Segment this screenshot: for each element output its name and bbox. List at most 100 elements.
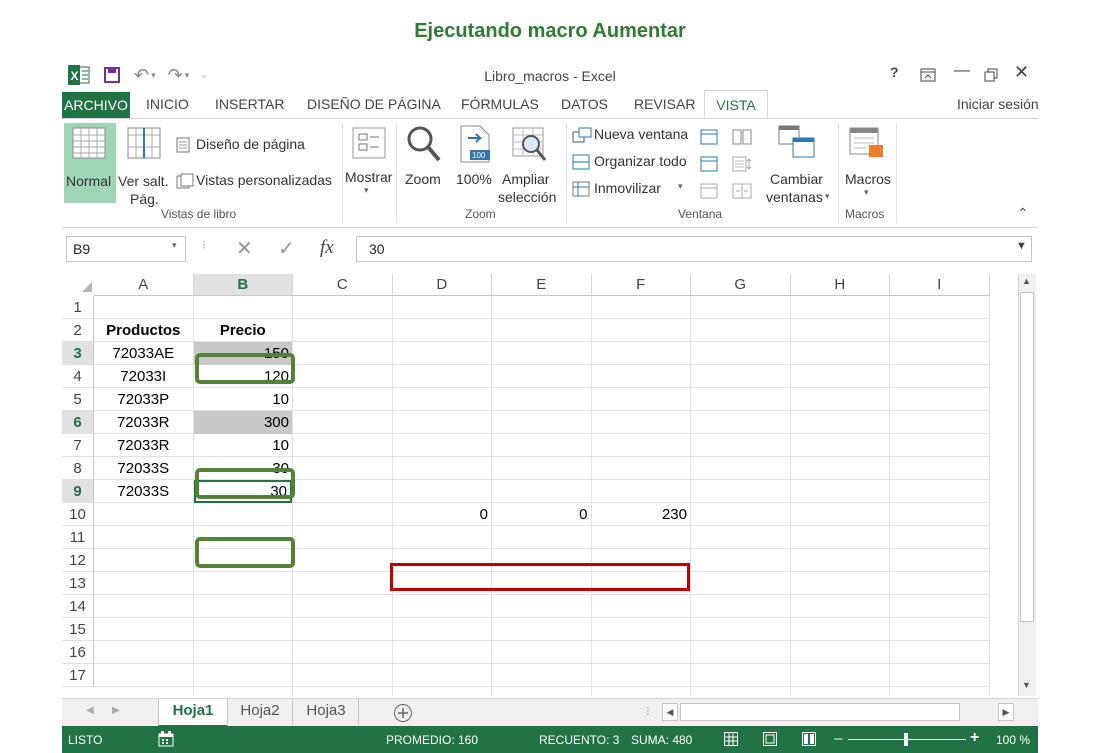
view-side-by-side-icon[interactable] bbox=[732, 129, 752, 145]
sheet-tab-hoja1[interactable]: Hoja1 bbox=[158, 699, 228, 728]
macros-button[interactable]: Macros ▾ bbox=[842, 123, 892, 203]
column-header-b[interactable]: B bbox=[193, 274, 293, 296]
show-button[interactable]: Mostrar ▾ bbox=[345, 123, 392, 203]
cell-a6[interactable]: 72033R bbox=[94, 411, 193, 434]
worksheet-grid[interactable]: ABCDEFGHI 1 2 3 4 5 6 7 8 9 10 11 12 13 14 15 16 17 Prod… bbox=[62, 274, 1018, 696]
cell-a2[interactable]: Productos bbox=[94, 319, 193, 342]
row-header-12[interactable]: 12 bbox=[62, 549, 94, 572]
row-header-4[interactable]: 4 bbox=[62, 365, 94, 388]
cell-b5[interactable]: 10 bbox=[194, 388, 293, 411]
row-header-14[interactable]: 14 bbox=[62, 595, 94, 618]
horizontal-scroll-thumb[interactable] bbox=[680, 703, 960, 721]
help-button[interactable]: ? bbox=[890, 64, 899, 80]
vertical-scroll-thumb[interactable] bbox=[1020, 292, 1034, 622]
column-header-d[interactable]: D bbox=[392, 274, 492, 296]
scroll-down-icon[interactable]: ▼ bbox=[1022, 680, 1031, 690]
tab-revisar[interactable]: REVISAR bbox=[634, 96, 695, 112]
enter-icon[interactable]: ✓ bbox=[278, 236, 295, 261]
page-break-preview-button[interactable]: Ver salt. Pág. bbox=[118, 123, 170, 207]
zoom-to-selection-button[interactable]: Ampliar selección bbox=[498, 123, 560, 205]
cell-a7[interactable]: 72033R bbox=[94, 434, 193, 457]
tab-formulas[interactable]: FÓRMULAS bbox=[461, 96, 539, 112]
custom-views-button[interactable]: Vistas personalizadas bbox=[176, 171, 351, 193]
tab-inicio[interactable]: INICIO bbox=[146, 96, 189, 112]
cell-a8[interactable]: 72033S bbox=[94, 457, 193, 480]
cell-a3[interactable]: 72033AE bbox=[94, 342, 193, 365]
reset-window-position-icon[interactable] bbox=[732, 183, 752, 199]
cancel-icon[interactable]: ✕ bbox=[236, 236, 253, 261]
scroll-up-icon[interactable]: ▲ bbox=[1022, 276, 1031, 286]
zoom-in-icon[interactable]: + bbox=[970, 729, 979, 747]
formula-input[interactable]: 30 bbox=[356, 236, 1032, 262]
scroll-right-icon[interactable]: ▶ bbox=[998, 703, 1014, 721]
tab-vista[interactable]: VISTA bbox=[704, 90, 768, 118]
next-sheet-icon[interactable]: ▶ bbox=[112, 705, 120, 716]
row-header-13[interactable]: 13 bbox=[62, 572, 94, 595]
collapse-ribbon-icon[interactable]: ⌃ bbox=[1017, 205, 1029, 222]
page-break-status-icon[interactable] bbox=[802, 732, 816, 746]
signin-link[interactable]: Iniciar sesión bbox=[957, 96, 1038, 112]
cell-f10[interactable]: 230 bbox=[592, 503, 691, 526]
unhide-window-icon[interactable] bbox=[700, 183, 718, 199]
cell-a4[interactable]: 72033I bbox=[94, 365, 193, 388]
ribbon-display-options-icon[interactable] bbox=[920, 68, 936, 82]
row-header-7[interactable]: 7 bbox=[62, 434, 94, 457]
sheet-tab-hoja2[interactable]: Hoja2 bbox=[228, 699, 293, 725]
column-header-c[interactable]: C bbox=[293, 274, 393, 296]
row-header-8[interactable]: 8 bbox=[62, 457, 94, 480]
hide-window-icon[interactable] bbox=[700, 156, 718, 172]
row-header-17[interactable]: 17 bbox=[62, 664, 94, 687]
new-sheet-icon[interactable] bbox=[393, 703, 413, 723]
column-header-h[interactable]: H bbox=[790, 274, 890, 296]
minimize-icon[interactable]: — bbox=[954, 62, 970, 80]
sheet-tab-hoja3[interactable]: Hoja3 bbox=[294, 699, 359, 725]
normal-view-status-icon[interactable] bbox=[724, 732, 738, 746]
row-header-10[interactable]: 10 bbox=[62, 503, 94, 526]
zoom-slider-thumb[interactable] bbox=[904, 733, 908, 746]
arrange-all-button[interactable]: Organizar todo bbox=[572, 152, 696, 174]
column-header-g[interactable]: G bbox=[691, 274, 791, 296]
name-box-dropdown-icon[interactable]: ▾ bbox=[172, 240, 177, 251]
cell-b6[interactable]: 300 bbox=[193, 411, 292, 434]
column-header-f[interactable]: F bbox=[591, 274, 691, 296]
macro-recording-icon[interactable] bbox=[158, 731, 174, 747]
tab-datos[interactable]: DATOS bbox=[561, 96, 608, 112]
zoom-button[interactable]: Zoom bbox=[400, 123, 446, 203]
row-header-11[interactable]: 11 bbox=[62, 526, 94, 549]
row-header-16[interactable]: 16 bbox=[62, 641, 94, 664]
tab-diseno-pagina[interactable]: DISEÑO DE PÁGINA bbox=[307, 96, 441, 112]
zoom-100-button[interactable]: 100 100% bbox=[452, 123, 496, 203]
cell-b7[interactable]: 10 bbox=[194, 434, 293, 457]
name-box[interactable]: B9 bbox=[66, 236, 186, 262]
zoom-out-icon[interactable]: – bbox=[834, 730, 842, 747]
tab-split-grip-icon[interactable]: ⁝ bbox=[646, 704, 650, 718]
row-header-3[interactable]: 3 bbox=[62, 342, 94, 365]
column-header-i[interactable]: I bbox=[890, 274, 990, 296]
row-header-1[interactable]: 1 bbox=[62, 296, 94, 319]
restore-icon[interactable] bbox=[984, 68, 998, 82]
cell-b2[interactable]: Precio bbox=[194, 319, 293, 342]
column-header-a[interactable]: A bbox=[94, 274, 194, 296]
vertical-scrollbar[interactable]: ▲ ▼ bbox=[1018, 274, 1036, 696]
insert-function-icon[interactable]: fx bbox=[320, 237, 334, 259]
cell-a5[interactable]: 72033P bbox=[94, 388, 193, 411]
page-layout-view-button[interactable]: Diseño de página bbox=[176, 135, 346, 157]
status-zoom[interactable]: 100 % bbox=[996, 733, 1030, 747]
synchronous-scrolling-icon[interactable] bbox=[732, 156, 752, 172]
expand-formula-bar-icon[interactable]: ▼ bbox=[1016, 240, 1027, 252]
prev-sheet-icon[interactable]: ◀ bbox=[86, 705, 94, 716]
page-layout-status-icon[interactable] bbox=[763, 732, 777, 746]
normal-view-button[interactable]: Normal bbox=[64, 123, 116, 203]
tab-insertar[interactable]: INSERTAR bbox=[215, 96, 285, 112]
close-icon[interactable]: ✕ bbox=[1014, 62, 1029, 83]
split-icon[interactable] bbox=[700, 129, 718, 145]
freeze-panes-button[interactable]: Inmovilizar ▾ bbox=[572, 179, 684, 201]
cell-a9[interactable]: 72033S bbox=[94, 480, 193, 503]
column-header-e[interactable]: E bbox=[492, 274, 592, 296]
select-all-icon[interactable] bbox=[82, 282, 92, 292]
row-header-6[interactable]: 6 bbox=[62, 411, 94, 434]
row-header-2[interactable]: 2 bbox=[62, 319, 94, 342]
scroll-left-icon[interactable]: ◀ bbox=[662, 703, 678, 721]
row-header-9[interactable]: 9 bbox=[62, 480, 94, 503]
cell-d10[interactable]: 0 bbox=[393, 503, 492, 526]
